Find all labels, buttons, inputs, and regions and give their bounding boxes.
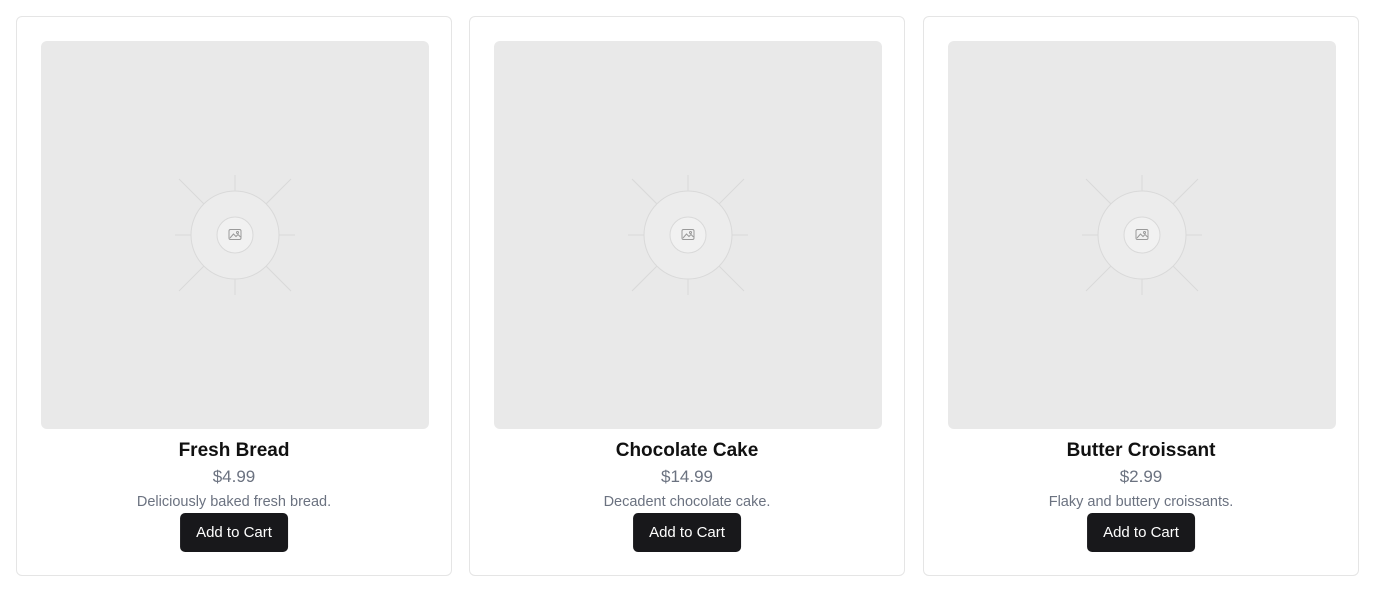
product-price: $4.99 (212, 467, 256, 486)
product-price: $2.99 (1119, 467, 1163, 486)
product-price: $14.99 (661, 467, 713, 486)
product-title: Butter Croissant (1066, 440, 1216, 461)
product-image-placeholder (41, 41, 429, 429)
add-to-cart-button[interactable]: Add to Cart (1087, 513, 1195, 552)
image-placeholder-icon (628, 175, 748, 295)
product-card: Chocolate Cake $14.99 Decadent chocolate… (469, 16, 905, 576)
product-image-placeholder (494, 41, 882, 429)
product-image-placeholder (948, 41, 1336, 429)
product-description: Flaky and buttery croissants. (1048, 494, 1234, 510)
image-placeholder-icon (1082, 175, 1202, 295)
product-card: Fresh Bread $4.99 Deliciously baked fres… (16, 16, 452, 576)
product-grid: Fresh Bread $4.99 Deliciously baked fres… (0, 0, 1376, 593)
add-to-cart-button[interactable]: Add to Cart (180, 513, 288, 552)
product-description: Decadent chocolate cake. (603, 494, 771, 510)
product-card: Butter Croissant $2.99 Flaky and buttery… (923, 16, 1359, 576)
product-title: Fresh Bread (178, 440, 290, 461)
product-description: Deliciously baked fresh bread. (136, 494, 332, 510)
product-title: Chocolate Cake (615, 440, 759, 461)
add-to-cart-button[interactable]: Add to Cart (633, 513, 741, 552)
image-placeholder-icon (175, 175, 295, 295)
